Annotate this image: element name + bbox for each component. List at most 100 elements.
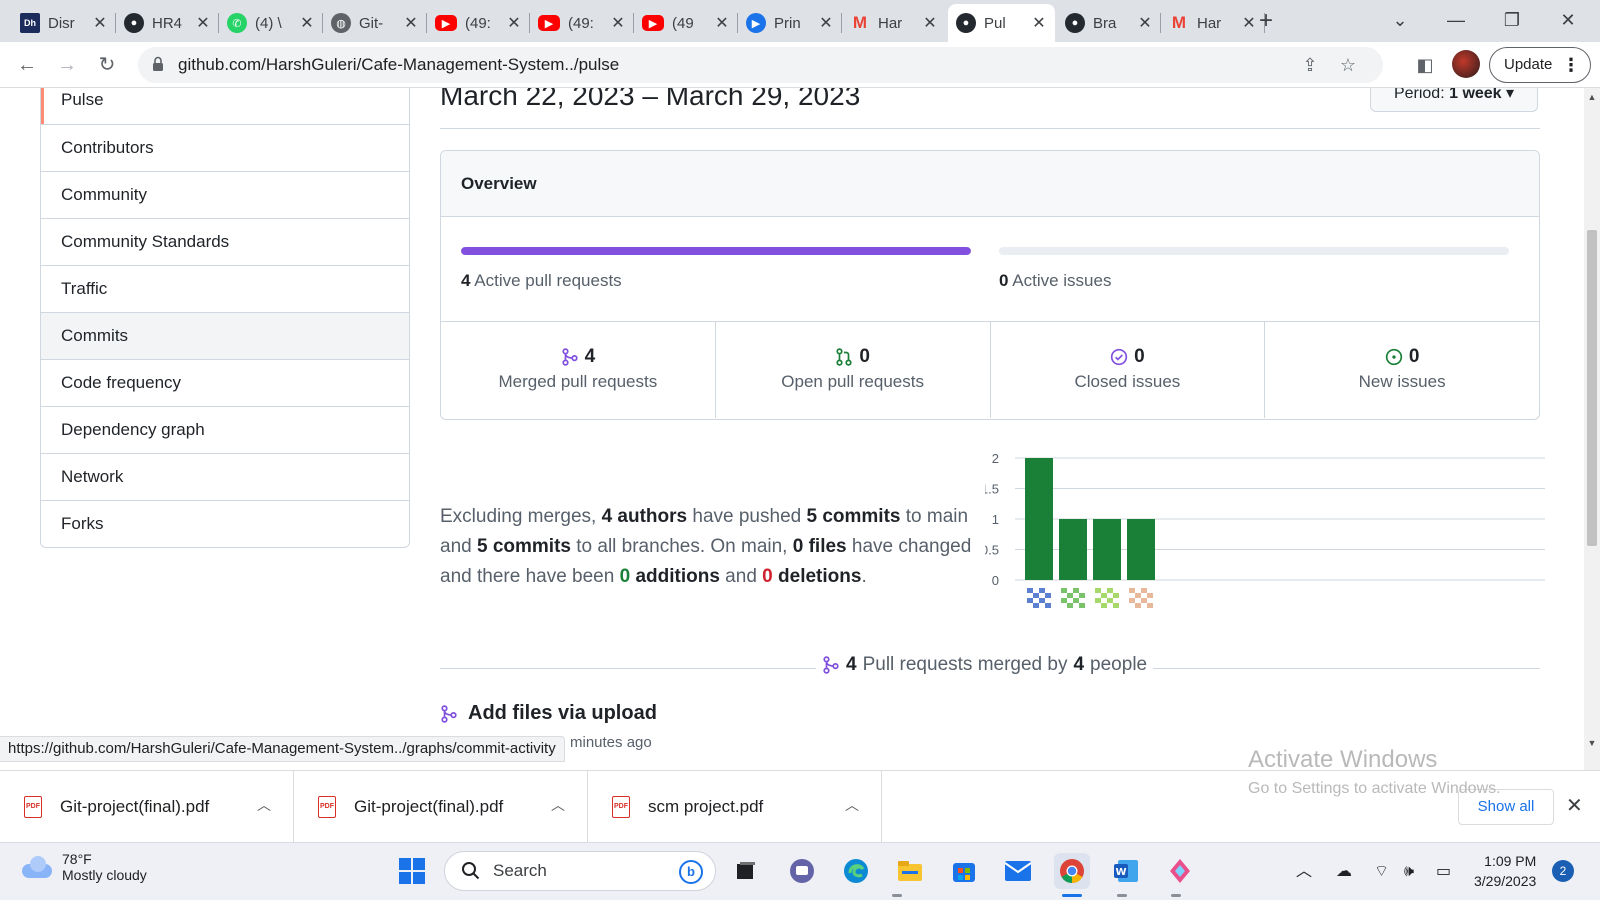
browser-toolbar: ← → ↻ github.com/HarshGuleri/Cafe-Manage… xyxy=(0,42,1600,88)
period-dropdown[interactable]: Period: 1 week ▾ xyxy=(1370,88,1538,112)
browser-tab[interactable]: M Har ✕ xyxy=(1161,4,1265,42)
browser-tab[interactable]: ▶ (49 ✕ xyxy=(634,4,738,42)
onedrive-icon[interactable]: ☁ xyxy=(1336,843,1352,900)
chevron-up-icon[interactable]: ︿ xyxy=(845,795,859,815)
close-icon[interactable]: ✕ xyxy=(1566,793,1583,818)
wifi-icon[interactable]: ⌔ xyxy=(1374,843,1389,900)
close-icon[interactable]: ✕ xyxy=(714,13,730,33)
close-icon[interactable]: ✕ xyxy=(92,13,108,33)
word-icon[interactable]: W xyxy=(1108,853,1144,889)
store-icon[interactable] xyxy=(946,853,982,889)
sidebar-item-commits[interactable]: Commits xyxy=(41,312,409,359)
chevron-up-icon[interactable]: ︿ xyxy=(551,795,565,815)
close-icon[interactable]: ✕ xyxy=(195,13,211,33)
share-icon[interactable]: ⇪ xyxy=(1298,53,1322,77)
sidebar-item-contributors[interactable]: Contributors xyxy=(41,124,409,171)
download-item[interactable]: PDF Git-project(final).pdf ︿ xyxy=(294,771,588,843)
url-text: github.com/HarshGuleri/Cafe-Management-S… xyxy=(178,55,620,74)
scroll-up-icon[interactable]: ▲ xyxy=(1587,92,1597,102)
browser-tab[interactable]: ● Bra ✕ xyxy=(1057,4,1161,42)
sidebar-item-community-standards[interactable]: Community Standards xyxy=(41,218,409,265)
close-icon[interactable]: ✕ xyxy=(922,13,938,33)
reload-icon[interactable]: ↻ xyxy=(92,50,122,80)
windows-start-icon[interactable] xyxy=(394,853,430,889)
browser-tab[interactable]: ◍ Git- ✕ xyxy=(323,4,427,42)
close-icon[interactable]: ✕ xyxy=(610,13,626,33)
mail-icon[interactable] xyxy=(1000,853,1036,889)
sidebar-item-forks[interactable]: Forks xyxy=(41,500,409,547)
active-issues-link[interactable]: 0 Active issues xyxy=(999,271,1111,291)
y-tick-label: 0 xyxy=(992,573,999,588)
star-icon[interactable]: ☆ xyxy=(1336,53,1360,77)
sidebar-item-network[interactable]: Network xyxy=(41,453,409,500)
bing-icon[interactable]: b xyxy=(679,860,703,884)
app-icon[interactable] xyxy=(1162,853,1198,889)
gmail-icon: M xyxy=(852,13,868,32)
active-app-indicator xyxy=(1062,894,1082,897)
sidebar-item-code-frequency[interactable]: Code frequency xyxy=(41,359,409,406)
close-icon[interactable]: ✕ xyxy=(818,13,834,33)
close-icon[interactable]: ✕ xyxy=(506,13,522,33)
back-icon[interactable]: ← xyxy=(12,50,42,80)
browser-tab[interactable]: ▶ Prin ✕ xyxy=(738,4,842,42)
browser-tab[interactable]: ▶ (49: ✕ xyxy=(530,4,634,42)
file-explorer-icon[interactable] xyxy=(892,853,928,889)
weather-widget[interactable]: 78°F Mostly cloudy xyxy=(22,851,147,883)
pdf-icon: PDF xyxy=(612,796,630,818)
sidebar-item-dependency-graph[interactable]: Dependency graph xyxy=(41,406,409,453)
side-panel-icon[interactable]: ◧ xyxy=(1413,53,1437,77)
close-icon[interactable]: ✕ xyxy=(403,13,419,33)
scrollbar-thumb[interactable] xyxy=(1587,230,1597,546)
commit-bar xyxy=(1059,519,1087,580)
new-issues-stat[interactable]: 0 New issues xyxy=(1264,322,1539,418)
scroll-down-icon[interactable]: ▼ xyxy=(1587,738,1597,748)
update-button[interactable]: Update ⋮ xyxy=(1489,47,1591,83)
browser-tab[interactable]: ● HR4 ✕ xyxy=(116,4,219,42)
active-prs-link[interactable]: 4 Active pull requests xyxy=(461,271,622,291)
divider xyxy=(440,128,1540,129)
chrome-icon[interactable] xyxy=(1054,853,1090,889)
sidebar-item-traffic[interactable]: Traffic xyxy=(41,265,409,312)
browser-tab[interactable]: ✆ (4) \ ✕ xyxy=(219,4,323,42)
running-indicator xyxy=(1171,894,1181,897)
closed-issue-icon xyxy=(1110,348,1128,366)
task-view-icon[interactable] xyxy=(728,853,764,889)
window-close-button[interactable]: ✕ xyxy=(1540,0,1596,42)
battery-icon[interactable]: ▭ xyxy=(1436,843,1451,900)
address-bar[interactable]: github.com/HarshGuleri/Cafe-Management-S… xyxy=(138,47,1383,83)
volume-icon[interactable]: 🕪 xyxy=(1404,843,1414,900)
tab-search-icon[interactable]: ⌄ xyxy=(1372,0,1428,42)
sidebar-item-pulse[interactable]: Pulse xyxy=(41,88,409,124)
merged-pr-icon xyxy=(561,348,578,366)
sidebar-item-community[interactable]: Community xyxy=(41,171,409,218)
menu-dots-icon[interactable]: ⋮ xyxy=(1562,48,1580,82)
browser-tab-active[interactable]: ● Pul ✕ xyxy=(948,4,1055,42)
minimize-button[interactable]: — xyxy=(1428,0,1484,42)
taskbar-search[interactable]: Search b xyxy=(444,851,716,891)
browser-tab[interactable]: M Har ✕ xyxy=(842,4,946,42)
closed-issues-stat[interactable]: 0 Closed issues xyxy=(989,322,1265,418)
profile-avatar[interactable] xyxy=(1452,50,1480,78)
teams-chat-icon[interactable] xyxy=(784,853,820,889)
close-icon[interactable]: ✕ xyxy=(1137,13,1153,33)
download-item[interactable]: PDF Git-project(final).pdf ︿ xyxy=(0,771,294,843)
chevron-up-icon[interactable]: ︿ xyxy=(257,795,271,815)
notification-badge[interactable]: 2 xyxy=(1552,860,1574,882)
open-pr-icon xyxy=(836,348,852,366)
chevron-up-icon[interactable]: ︿ xyxy=(1296,843,1312,900)
close-icon[interactable]: ✕ xyxy=(1031,13,1047,33)
browser-tab[interactable]: Dh Disr ✕ xyxy=(12,4,116,42)
activate-windows-subtext: Go to Settings to activate Windows. xyxy=(1248,780,1501,797)
browser-tab[interactable]: ▶ (49: ✕ xyxy=(427,4,530,42)
forward-icon[interactable]: → xyxy=(52,50,82,80)
restore-button[interactable]: ❐ xyxy=(1484,0,1540,42)
system-clock[interactable]: 1:09 PM 3/29/2023 xyxy=(1474,851,1536,891)
new-tab-button[interactable]: + xyxy=(1252,8,1280,36)
pr-title-link[interactable]: Add files via upload xyxy=(440,702,657,725)
scrollbar[interactable]: ▲ ▼ xyxy=(1584,88,1600,770)
download-item[interactable]: PDF scm project.pdf ︿ xyxy=(588,771,882,843)
open-prs-stat[interactable]: 0 Open pull requests xyxy=(714,322,990,418)
close-icon[interactable]: ✕ xyxy=(299,13,315,33)
edge-icon[interactable] xyxy=(838,853,874,889)
merged-prs-stat[interactable]: 4 Merged pull requests xyxy=(441,322,715,418)
